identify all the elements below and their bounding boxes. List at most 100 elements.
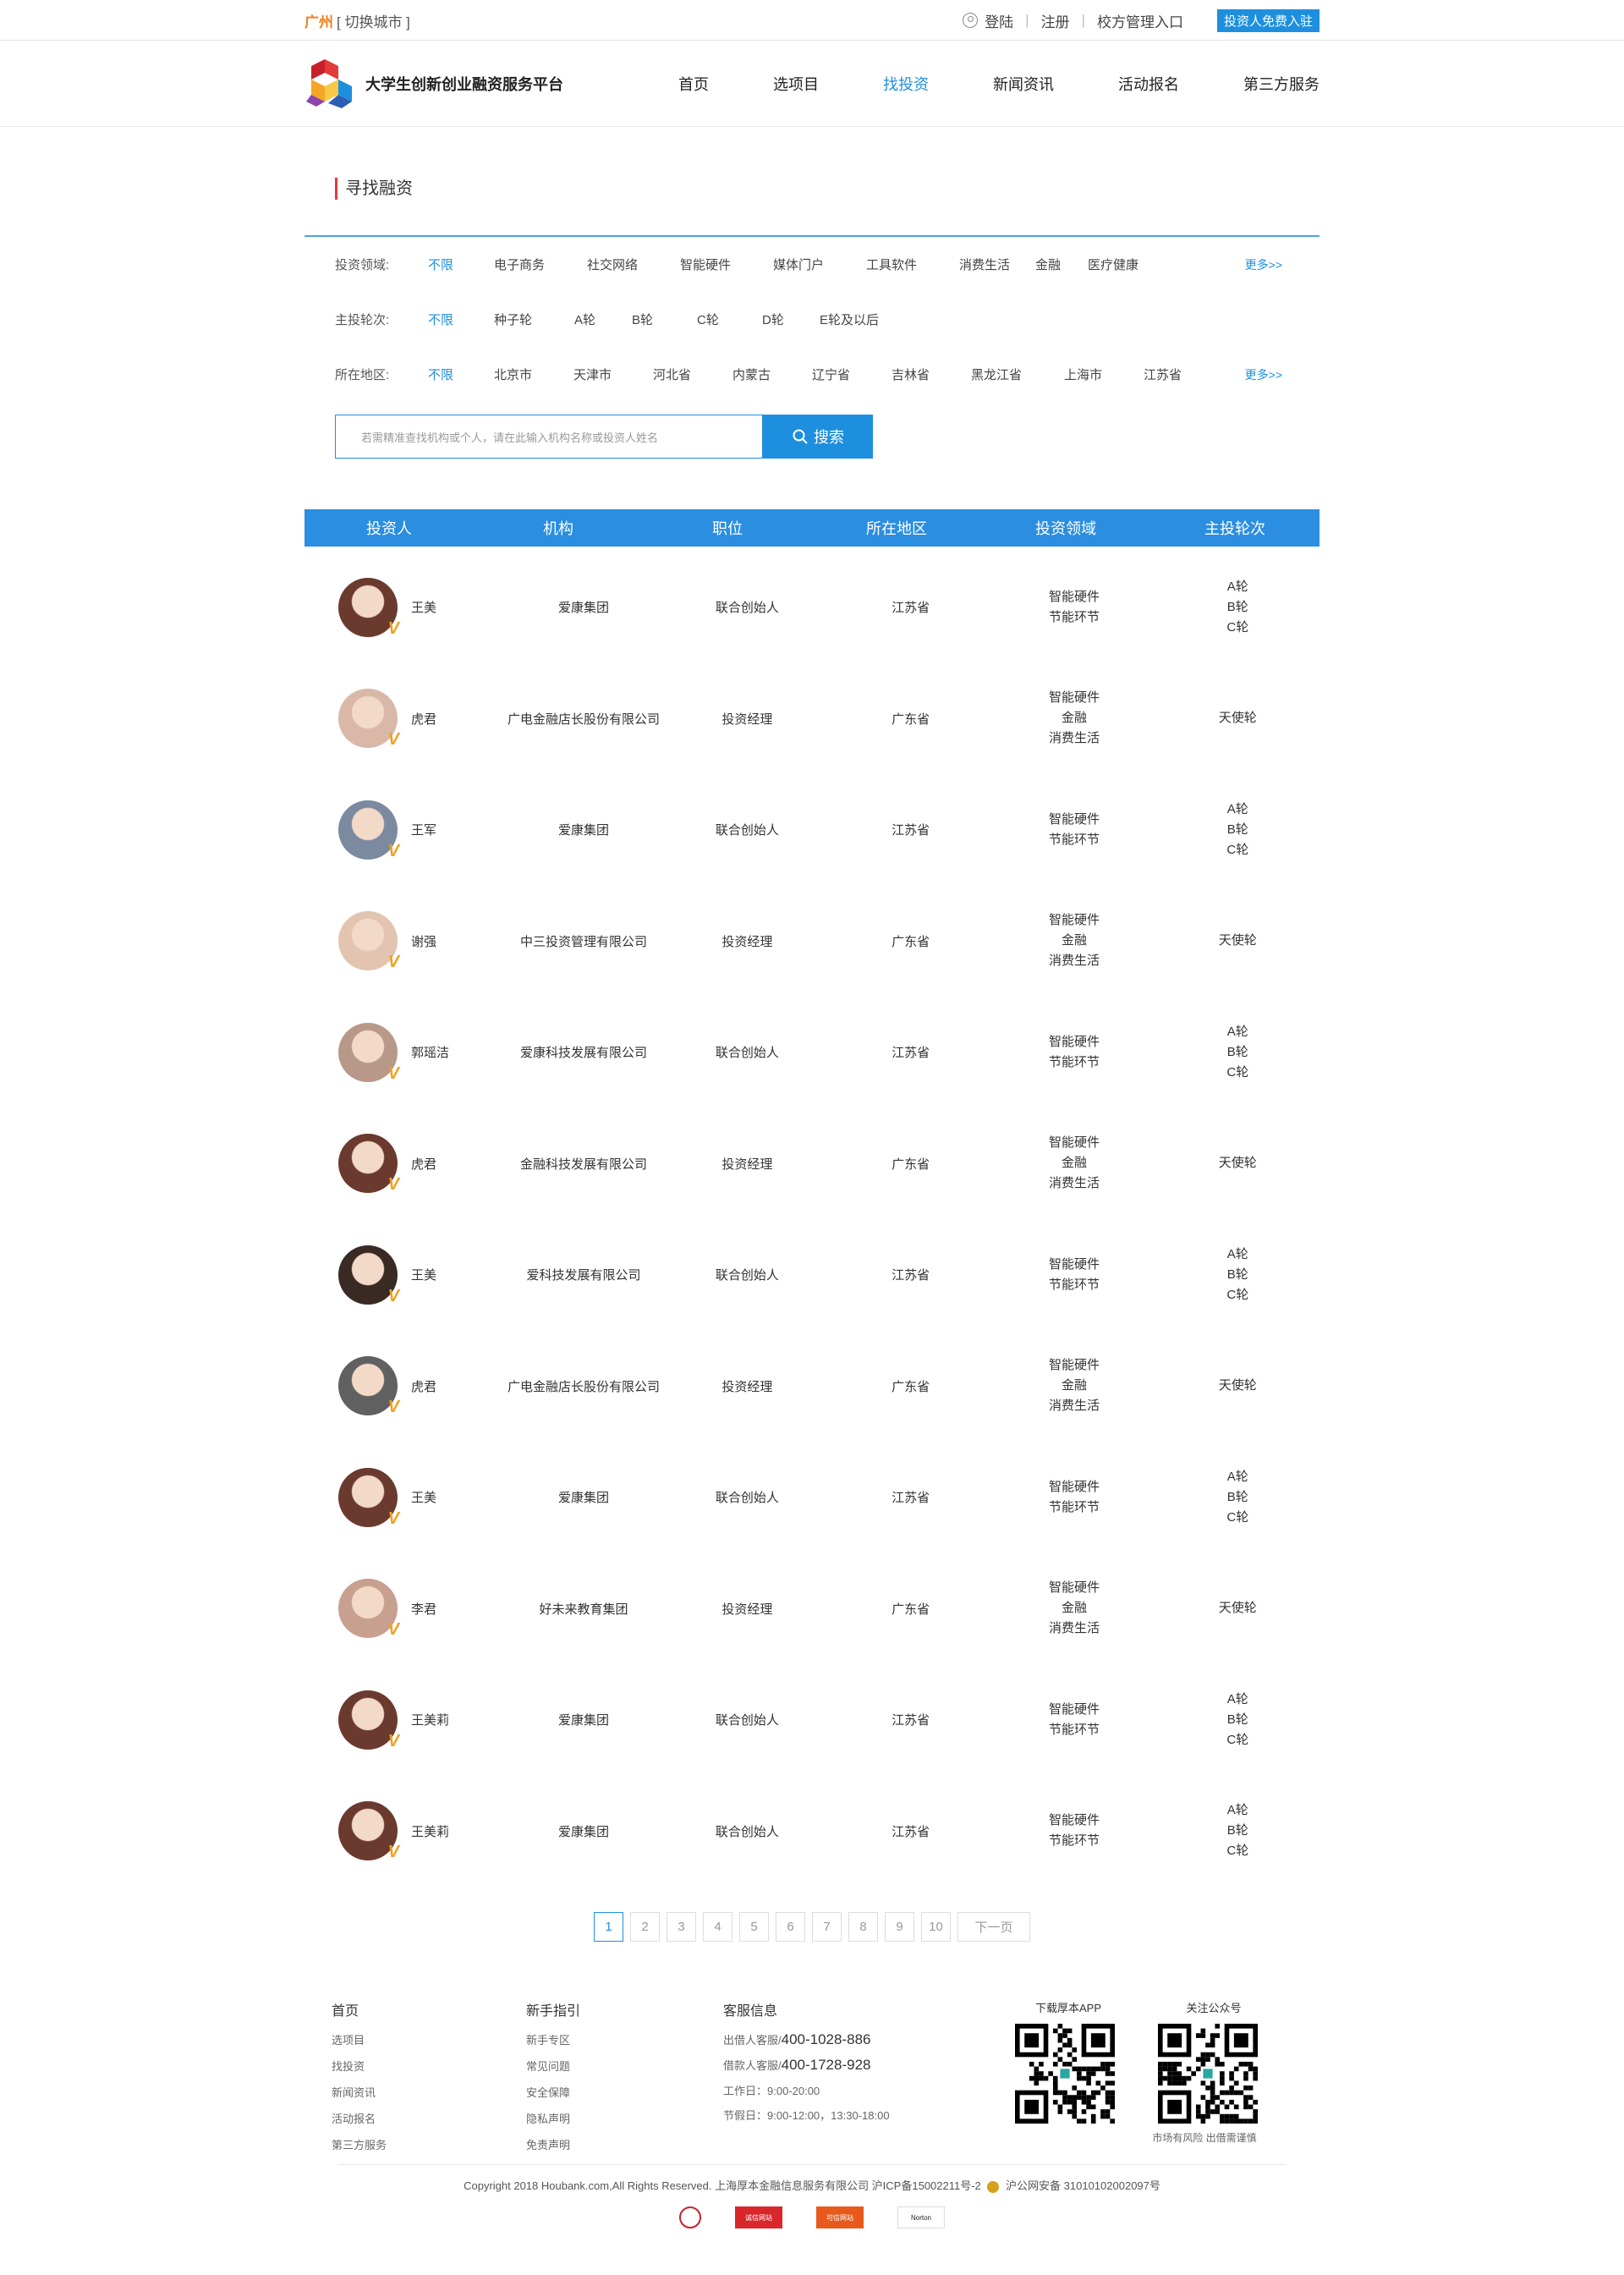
next-page-button[interactable]: 下一页 [957,1912,1030,1942]
search-button[interactable]: 搜索 [763,415,873,459]
footer-link[interactable]: 隐私声明 [526,2110,723,2126]
footer-link[interactable]: 新闻资讯 [332,2084,526,2100]
filter-option[interactable]: 种子轮 [494,310,574,328]
page-button[interactable]: 6 [776,1912,805,1942]
school-admin-link[interactable]: 校方管理入口 [1097,10,1183,31]
credit-site-badge[interactable]: 诚信网站 [735,2206,782,2228]
table-row[interactable]: V 王美 爱科技发展有限公司 联合创始人 江苏省 智能硬件 节能环节 A轮 B轮 C轮 [304,1219,1320,1331]
investor-name[interactable]: 虎君 [411,1155,436,1173]
investor-name[interactable]: 谢强 [411,932,436,950]
investor-name[interactable]: 虎君 [411,1377,436,1395]
trusted-site-badge[interactable]: 可信网站 [816,2206,864,2228]
avatar[interactable]: V [338,1801,399,1861]
footer-link[interactable]: 免责声明 [526,2136,723,2152]
investor-name[interactable]: 王美 [411,1266,436,1283]
more-regions-link[interactable]: 更多>> [1245,366,1282,383]
filter-option[interactable]: 工具软件 [866,256,959,273]
table-row[interactable]: V 虎君 金融科技发展有限公司 投资经理 广东省 智能硬件 金融 消费生活 天使轮 [304,1108,1320,1220]
register-link[interactable]: 注册 [1041,10,1070,31]
filter-option[interactable]: D轮 [762,310,820,328]
table-row[interactable]: V 王美 爱康集团 联合创始人 江苏省 智能硬件 节能环节 A轮 B轮 C轮 [304,552,1320,663]
investor-name[interactable]: 李君 [411,1600,436,1618]
filter-option[interactable]: B轮 [632,310,697,328]
investor-name[interactable]: 王美莉 [411,1822,449,1840]
page-button[interactable]: 10 [921,1912,951,1942]
page-button[interactable]: 8 [848,1912,878,1942]
page-button[interactable]: 1 [594,1912,623,1942]
filter-option[interactable]: 内蒙古 [732,365,812,383]
table-row[interactable]: V 王军 爱康集团 联合创始人 江苏省 智能硬件 节能环节 A轮 B轮 C轮 [304,774,1320,886]
switch-city-link[interactable]: [ 切换城市 ] [337,14,410,30]
table-row[interactable]: V 谢强 中三投资管理有限公司 投资经理 广东省 智能硬件 金融 消费生活 天使轮 [304,886,1320,997]
filter-option[interactable]: 电子商务 [494,256,587,273]
investor-name[interactable]: 虎君 [411,710,436,728]
filter-option[interactable]: 不限 [428,310,494,328]
table-row[interactable]: V 郭瑶洁 爱康科技发展有限公司 联合创始人 江苏省 智能硬件 节能环节 A轮 B轮… [304,997,1320,1108]
filter-option[interactable]: 消费生活 [959,256,1035,273]
nav-home[interactable]: 首页 [678,73,709,95]
login-link[interactable]: 登陆 [985,10,1013,31]
footer-heading[interactable]: 首页 [332,1999,526,2019]
avatar[interactable]: V [338,1134,399,1194]
seal-badge-icon[interactable] [679,2206,701,2228]
avatar[interactable]: V [338,1690,399,1750]
table-row[interactable]: V 王美莉 爱康集团 联合创始人 江苏省 智能硬件 节能环节 A轮 B轮 C轮 [304,1776,1320,1888]
filter-option[interactable]: 河北省 [653,365,732,383]
footer-link[interactable]: 安全保障 [526,2084,723,2100]
page-button[interactable]: 2 [630,1912,660,1942]
footer-link[interactable]: 选项目 [332,2031,526,2047]
investor-name[interactable]: 王美 [411,598,436,616]
filter-option[interactable]: 媒体门户 [773,256,866,273]
table-row[interactable]: V 王美莉 爱康集团 联合创始人 江苏省 智能硬件 节能环节 A轮 B轮 C轮 [304,1664,1320,1776]
avatar[interactable]: V [338,1579,399,1639]
city-switcher[interactable]: 广州[ 切换城市 ] [304,10,410,31]
avatar[interactable]: V [338,1356,399,1416]
filter-option[interactable]: C轮 [697,310,762,328]
filter-option[interactable]: 北京市 [494,365,573,383]
filter-option[interactable]: 医疗健康 [1088,256,1181,273]
norton-badge[interactable]: Norton [897,2206,945,2228]
footer-link[interactable]: 找投资 [332,2058,526,2074]
filter-option[interactable]: 江苏省 [1144,365,1223,383]
investor-name[interactable]: 王美 [411,1488,436,1506]
footer-link[interactable]: 新手专区 [526,2031,723,2047]
footer-link[interactable]: 第三方服务 [332,2136,526,2152]
filter-option[interactable]: 辽宁省 [812,365,892,383]
filter-option[interactable]: 不限 [428,256,494,273]
nav-events[interactable]: 活动报名 [1118,73,1179,95]
nav-third-party[interactable]: 第三方服务 [1243,73,1320,95]
filter-option[interactable]: 吉林省 [892,365,971,383]
page-button[interactable]: 7 [812,1912,842,1942]
avatar[interactable]: V [338,1467,399,1528]
table-row[interactable]: V 李君 好未来教育集团 投资经理 广东省 智能硬件 金融 消费生活 天使轮 [304,1553,1320,1665]
filter-option[interactable]: 智能硬件 [680,256,773,273]
page-button[interactable]: 4 [703,1912,732,1942]
filter-option[interactable]: 社交网络 [587,256,680,273]
filter-option[interactable]: 上海市 [1064,365,1144,383]
nav-find-investment[interactable]: 找投资 [883,73,929,95]
footer-link[interactable]: 活动报名 [332,2110,526,2126]
footer-link[interactable]: 常见问题 [526,2058,723,2074]
avatar[interactable]: V [338,800,399,860]
page-button[interactable]: 3 [667,1912,696,1942]
table-row[interactable]: V 王美 爱康集团 联合创始人 江苏省 智能硬件 节能环节 A轮 B轮 C轮 [304,1442,1320,1553]
avatar[interactable]: V [338,1022,399,1083]
nav-news[interactable]: 新闻资讯 [993,73,1054,95]
filter-option[interactable]: 天津市 [573,365,653,383]
search-input[interactable]: 若需精准查找机构或个人，请在此输入机构名称或投资人姓名 [335,415,763,459]
filter-option[interactable]: A轮 [574,310,632,328]
page-button[interactable]: 5 [739,1912,769,1942]
site-logo[interactable]: 大学生创新创业融资服务平台 [304,58,563,110]
investor-join-button[interactable]: 投资人免费入驻 [1216,8,1320,32]
table-row[interactable]: V 虎君 广电金融店长股份有限公司 投资经理 广东省 智能硬件 金融 消费生活 天使… [304,663,1320,775]
avatar[interactable]: V [338,689,399,749]
table-row[interactable]: V 虎君 广电金融店长股份有限公司 投资经理 广东省 智能硬件 金融 消费生活 天使… [304,1331,1320,1442]
avatar[interactable]: V [338,911,399,971]
nav-projects[interactable]: 选项目 [773,73,819,95]
filter-option[interactable]: E轮及以后 [820,310,913,328]
investor-name[interactable]: 王美莉 [411,1711,449,1728]
filter-option[interactable]: 黑龙江省 [971,365,1064,383]
investor-name[interactable]: 王军 [411,821,436,838]
page-button[interactable]: 9 [885,1912,914,1942]
avatar[interactable]: V [338,1245,399,1305]
